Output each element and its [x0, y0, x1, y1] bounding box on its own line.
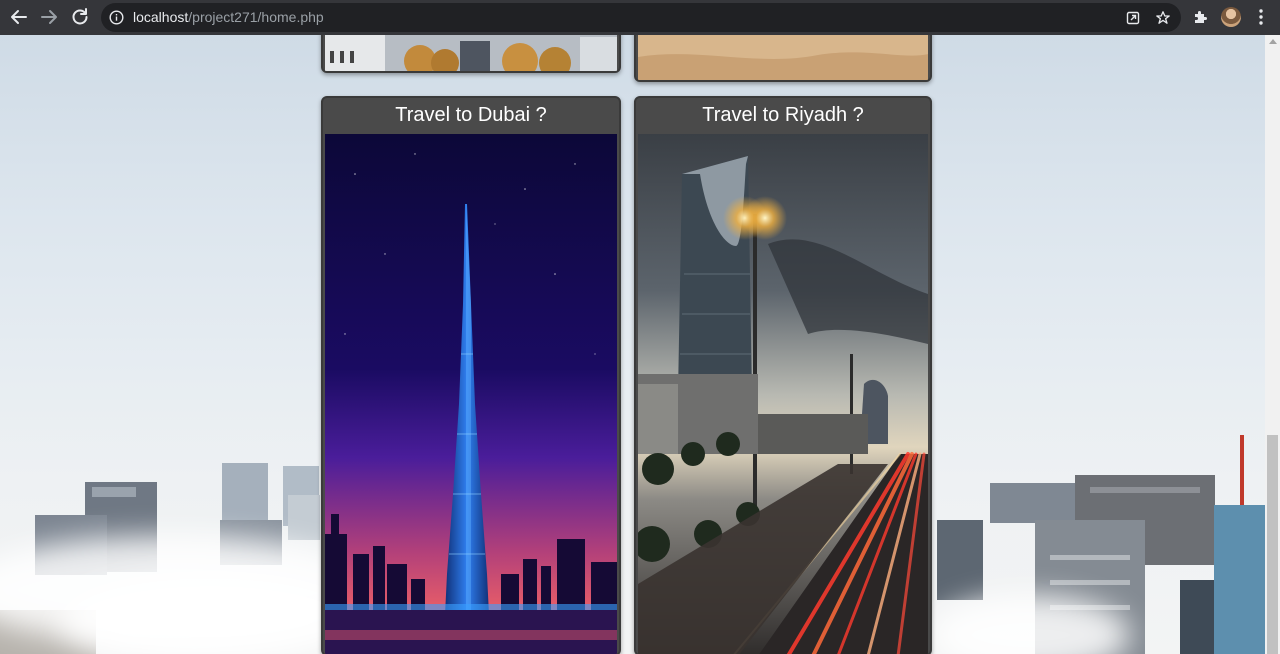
card-riyadh[interactable]: Travel to Riyadh ? [634, 96, 932, 654]
star-icon[interactable] [1155, 10, 1171, 26]
reload-icon [72, 8, 88, 25]
forward-button[interactable] [36, 4, 62, 30]
card-image-partial [638, 35, 928, 80]
card-title: Travel to Riyadh ? [702, 104, 864, 126]
card-dubai[interactable]: Travel to Dubai ? [321, 96, 621, 654]
share-icon[interactable] [1125, 10, 1141, 26]
scroll-thumb[interactable] [1267, 435, 1278, 654]
riyadh-kingdom-tower-image [638, 134, 928, 654]
more-menu-icon[interactable] [1256, 8, 1266, 26]
dubai-burj-khalifa-image [325, 134, 617, 654]
scroll-up-arrow-icon[interactable] [1269, 39, 1277, 44]
reload-button[interactable] [67, 4, 93, 30]
back-arrow-icon [11, 10, 27, 24]
browser-toolbar: localhost/project271/home.php [0, 0, 1280, 35]
back-button[interactable] [6, 4, 32, 30]
page-viewport: Travel to Dubai ? Travel to Riyadh ? [0, 35, 1265, 654]
address-bar[interactable]: localhost/project271/home.php [101, 3, 1181, 32]
card-image-partial [325, 35, 617, 71]
profile-avatar[interactable] [1221, 7, 1241, 27]
card-title: Travel to Dubai ? [395, 104, 547, 126]
extensions-icon[interactable] [1192, 8, 1209, 25]
card-top-left-partial[interactable] [321, 35, 621, 73]
url-path: /project271/home.php [188, 9, 324, 25]
forward-arrow-icon [41, 10, 57, 24]
info-icon[interactable] [109, 10, 124, 25]
page-scrollbar[interactable] [1265, 35, 1280, 654]
url-text[interactable]: localhost/project271/home.php [133, 9, 324, 25]
url-host: localhost [133, 9, 189, 25]
card-top-right-partial[interactable] [634, 35, 932, 82]
